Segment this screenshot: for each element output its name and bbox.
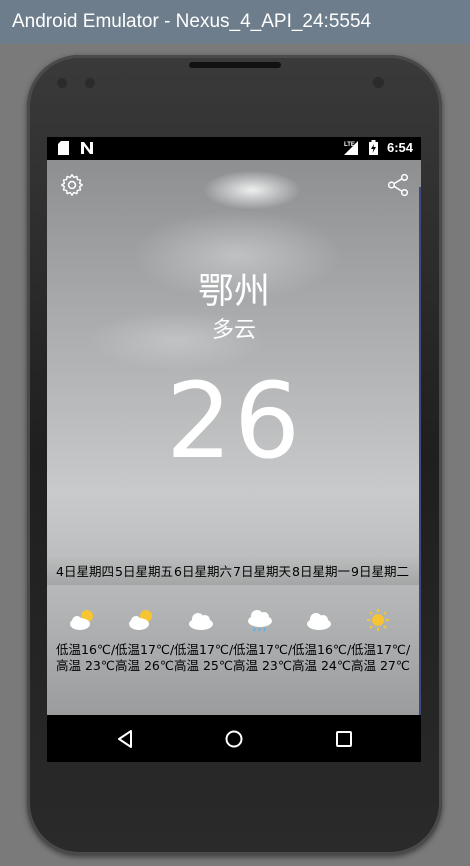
- forecast-temp-range: 低温16℃/高温 24℃: [292, 642, 352, 673]
- status-time: 6:54: [386, 140, 413, 155]
- share-icon[interactable]: [385, 172, 411, 198]
- forecast-day: 6日星期六 低温17℃/高温 25℃: [174, 564, 233, 673]
- cloudy-icon: [189, 613, 213, 630]
- city-name: 鄂州: [197, 271, 270, 312]
- forecast-day: 4日星期四 低温16℃/高温 23℃: [56, 564, 115, 673]
- forecast-day: 5日星期五 低温17℃/高温 26℃: [115, 564, 174, 673]
- forecast-day: 9日星期二 低温17℃/高温 27℃: [351, 564, 410, 673]
- forecast-temp-range: 低温17℃/高温 26℃: [115, 642, 175, 673]
- lte-signal-icon: LTE: [344, 141, 358, 155]
- recents-square-icon[interactable]: [332, 727, 356, 751]
- forecast-date: 8日星期一: [292, 564, 350, 579]
- forecast-date: 5日星期五: [115, 564, 173, 579]
- forecast-temp-range: 低温17℃/高温 25℃: [174, 642, 234, 673]
- window-title: Android Emulator - Nexus_4_API_24:5554: [12, 11, 372, 32]
- device-screen: LTE 6:54 鄂州 多云 26 4日星期四 低温16℃/高温 23℃ 5日星…: [47, 137, 421, 762]
- emulator-title-bar: Android Emulator - Nexus_4_API_24:5554: [0, 0, 470, 44]
- cloudy-icon: [307, 613, 331, 630]
- front-camera: [373, 77, 384, 88]
- navigation-bar: [47, 715, 421, 762]
- forecast-date: 9日星期二: [351, 564, 409, 579]
- forecast-date: 7日星期天: [233, 564, 291, 579]
- settings-gear-icon[interactable]: [59, 172, 85, 198]
- home-circle-icon[interactable]: [222, 727, 246, 751]
- n-notification-icon: [81, 142, 93, 154]
- current-temperature: 26: [165, 360, 303, 482]
- back-triangle-icon[interactable]: [113, 727, 137, 751]
- forecast-date: 4日星期四: [56, 564, 114, 579]
- forecast-day: 7日星期天 低温17℃/高温 23℃: [233, 564, 292, 673]
- sensor-dot: [85, 78, 95, 88]
- battery-icon: [369, 140, 378, 155]
- sd-card-icon: [58, 141, 69, 155]
- light-rain-icon: [248, 610, 272, 632]
- forecast-day: 8日星期一 低温16℃/高温 24℃: [292, 564, 351, 673]
- partly-cloudy-sun-icon: [70, 610, 93, 630]
- sensor-dot: [57, 78, 67, 88]
- forecast-temp-range: 低温17℃/高温 27℃: [351, 642, 411, 673]
- weather-condition: 多云: [211, 318, 256, 343]
- forecast-temp-range: 低温16℃/高温 23℃: [56, 642, 116, 673]
- forecast-temp-range: 低温17℃/高温 23℃: [233, 642, 293, 673]
- partly-cloudy-sun-icon: [129, 610, 152, 630]
- forecast-date: 6日星期六: [174, 564, 232, 579]
- sunny-icon: [367, 609, 389, 631]
- status-bar: LTE 6:54: [47, 137, 421, 160]
- speaker-grille: [189, 62, 281, 68]
- weather-app: 鄂州 多云 26 4日星期四 低温16℃/高温 23℃ 5日星期五 低温17℃/…: [47, 160, 421, 715]
